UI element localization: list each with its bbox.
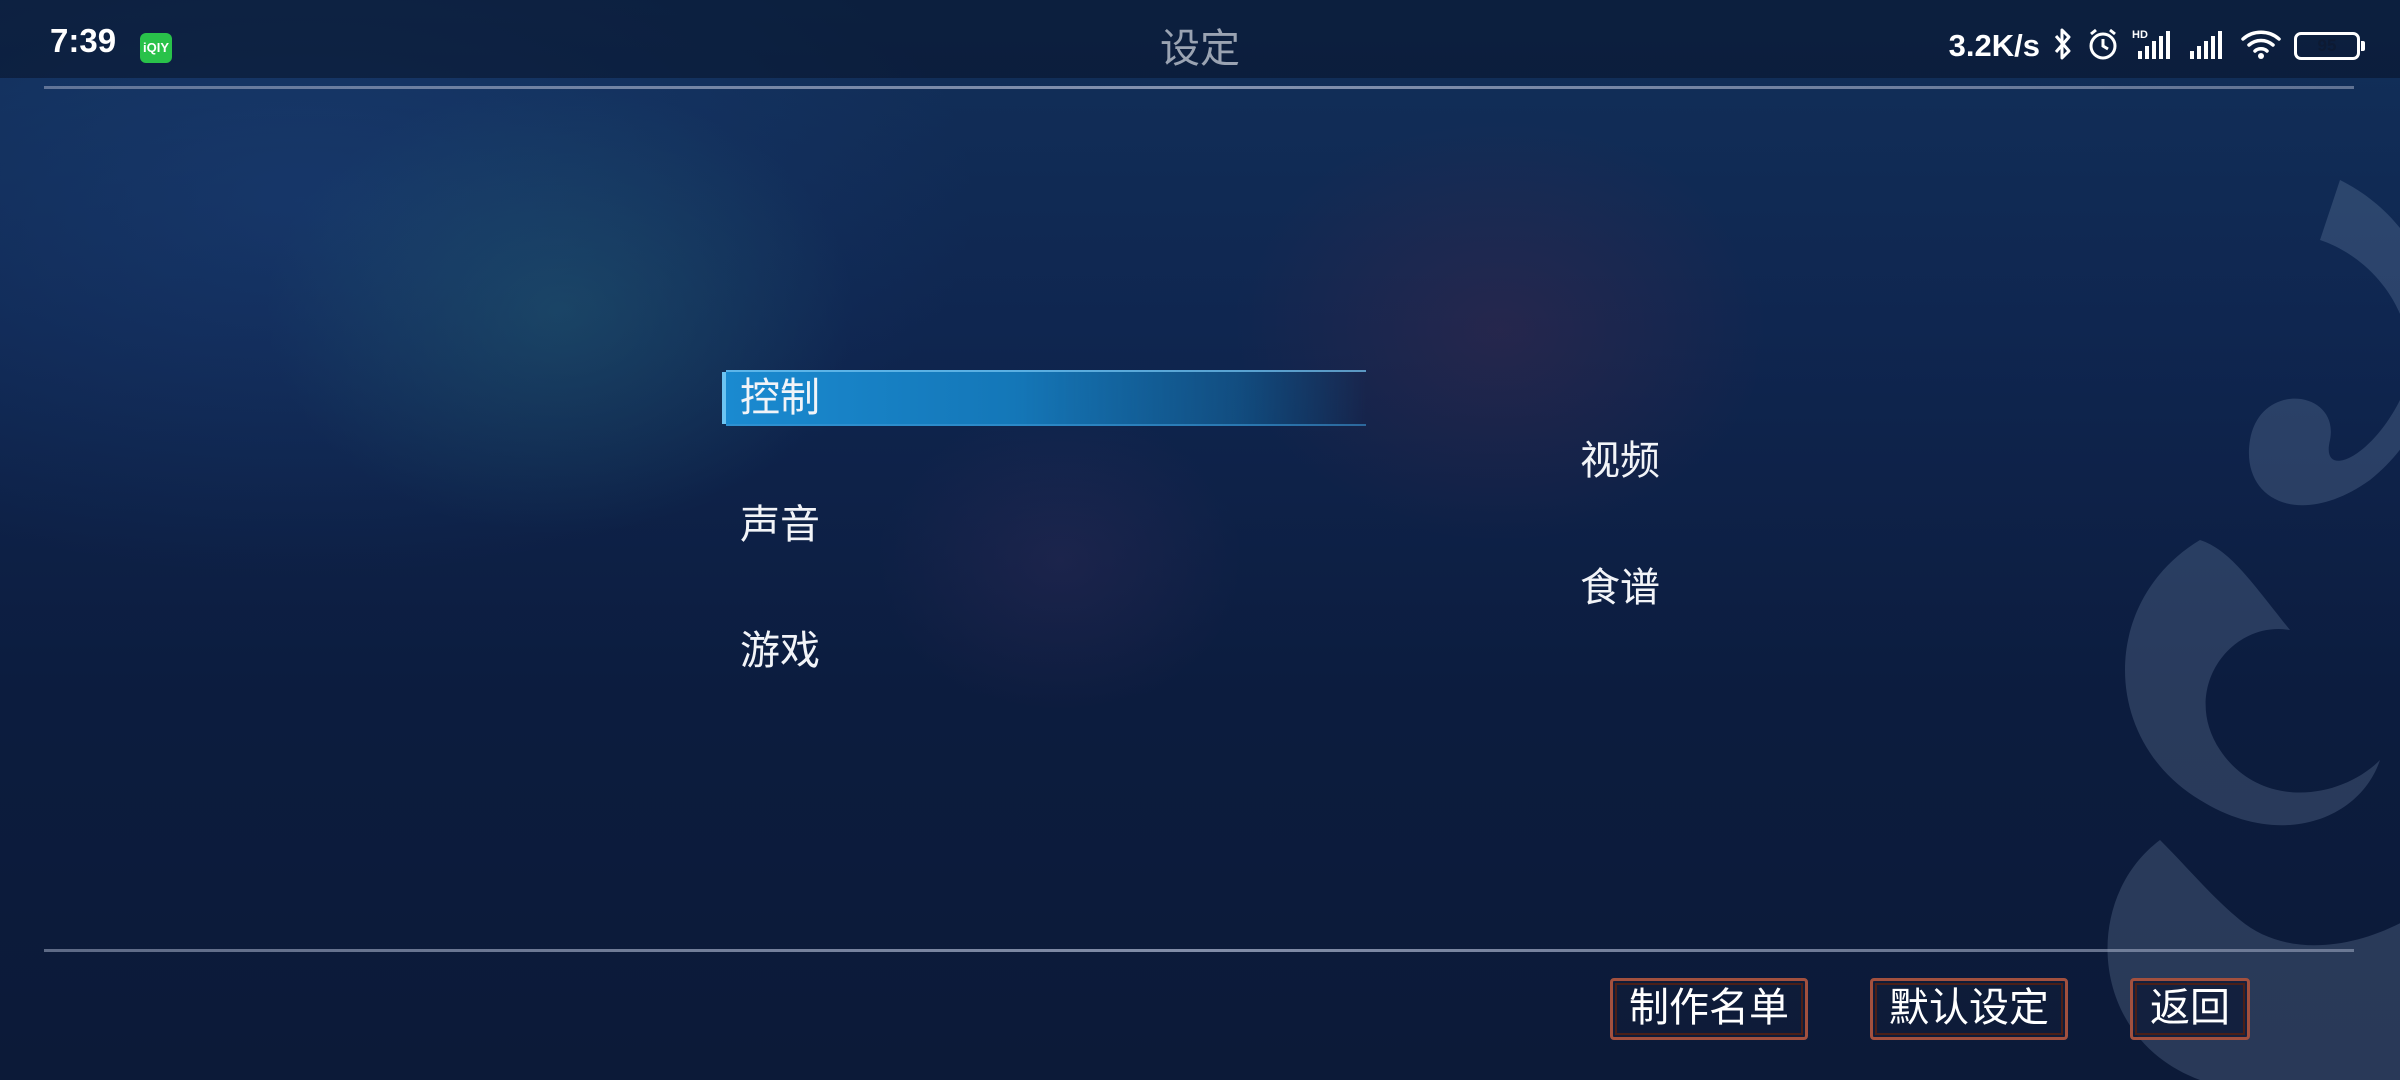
signal-icon — [2188, 27, 2228, 65]
menu-item-video-label: 视频 — [1580, 438, 1660, 484]
menu-item-controls-label: 控制 — [740, 375, 820, 421]
credits-button[interactable]: 制作名单 — [1610, 978, 1808, 1040]
back-button[interactable]: 返回 — [2130, 978, 2250, 1040]
menu-item-video[interactable]: 视频 — [1566, 433, 1660, 489]
battery-icon: 95 — [2294, 32, 2365, 60]
menu-item-sound[interactable]: 声音 — [726, 497, 820, 553]
bluetooth-icon — [2052, 27, 2074, 65]
restore-defaults-button[interactable]: 默认设定 — [1870, 978, 2068, 1040]
menu-item-recipes-label: 食谱 — [1580, 565, 1660, 611]
background-emblem-icon — [2107, 180, 2400, 1080]
menu-item-game[interactable]: 游戏 — [726, 623, 820, 679]
bottom-divider — [44, 949, 2354, 952]
menu-item-sound-label: 声音 — [740, 502, 820, 548]
settings-screen: 7:39 iQIY 设定 3.2K/s HD 95 控制 声音 游戏 视频 食谱… — [0, 0, 2400, 1080]
wifi-icon — [2240, 27, 2282, 65]
menu-item-game-label: 游戏 — [740, 628, 820, 674]
alarm-icon — [2086, 27, 2120, 65]
battery-level: 95 — [2317, 36, 2337, 55]
top-divider — [44, 86, 2354, 89]
network-speed: 3.2K/s — [1948, 28, 2040, 63]
hd-label: HD — [2132, 29, 2148, 41]
status-bar: 7:39 iQIY 设定 3.2K/s HD 95 — [0, 0, 2400, 78]
hd-signal-icon: HD — [2132, 27, 2176, 65]
status-indicators: 3.2K/s HD 95 — [1948, 26, 2365, 66]
selection-highlight — [726, 370, 1366, 426]
menu-item-controls[interactable]: 控制 — [722, 370, 1386, 426]
menu-item-recipes[interactable]: 食谱 — [1566, 560, 1660, 616]
